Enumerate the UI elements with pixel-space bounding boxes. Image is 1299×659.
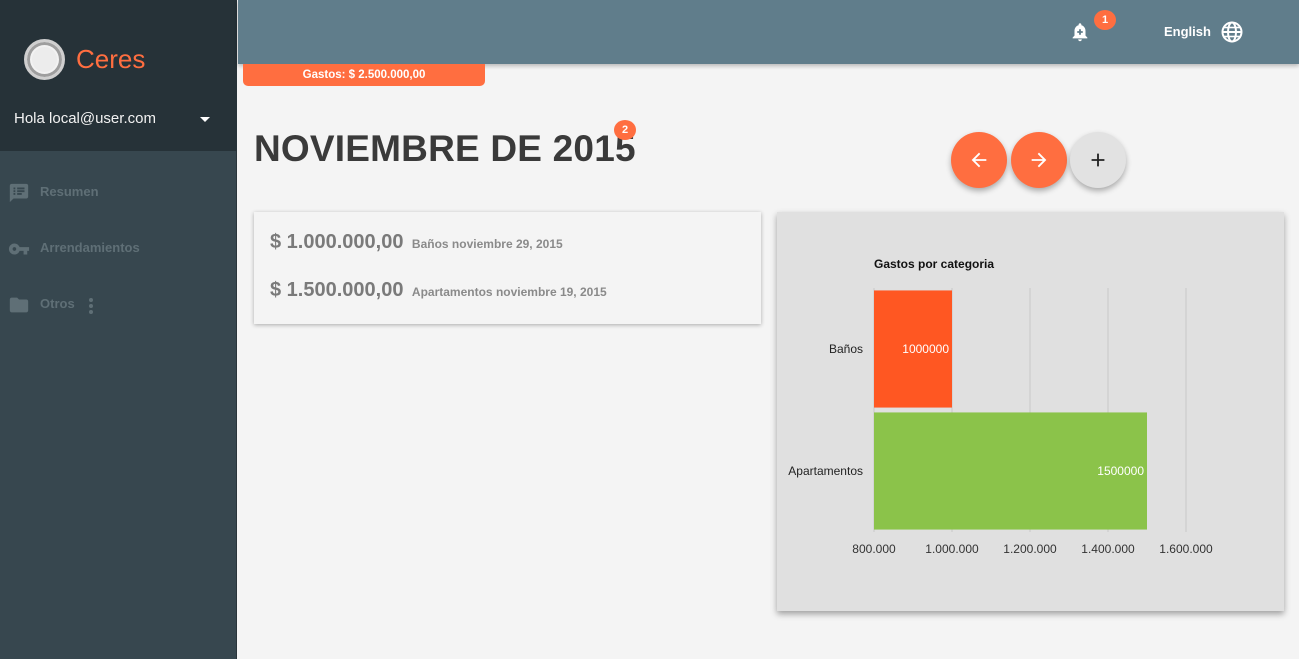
chart-canvas: Gastos por categoria 800.000 1.000.000 1.20… [788,257,1213,556]
x-tick-label: 1.400.000 [1081,542,1135,556]
next-month-button[interactable] [1011,132,1067,188]
add-expense-button[interactable] [1070,132,1126,188]
x-tick-label: 1.000.000 [925,542,979,556]
expense-description: Baños noviembre 29, 2015 [411,237,563,251]
list-item[interactable]: $ 1.500.000,00 Apartamentos noviembre 19… [270,279,607,305]
list-icon [9,183,29,203]
chevron-down-icon[interactable] [200,117,210,122]
chart-title: Gastos por categoria [874,257,994,271]
folder-icon [9,297,29,313]
data-label: 1000000 [902,342,949,356]
user-menu[interactable]: Hola local@user.com [14,110,224,130]
globe-icon[interactable] [1220,20,1244,44]
app-logo-icon [24,39,65,80]
arrow-right-icon [1031,152,1047,168]
x-tick-label: 1.200.000 [1003,542,1057,556]
expense-list: $ 1.000.000,00 Baños noviembre 29, 2015 … [254,212,761,324]
category-label: Apartamentos [788,464,863,478]
notification-badge: 1 [1094,10,1116,30]
expenses-by-category-chart: Gastos por categoria 800.000 1.000.000 1.20… [777,212,1284,611]
x-tick-label: 1.600.000 [1159,542,1213,556]
sidebar-item-label: Otros [40,296,75,311]
arrow-left-icon [971,152,987,168]
x-tick-label: 800.000 [852,542,896,556]
expense-amount: $ 1.000.000,00 [270,231,404,253]
sidebar-item-label: Arrendamientos [40,240,140,255]
language-selector[interactable]: English [1164,24,1211,39]
sidebar-item-resumen[interactable]: Resumen [0,177,237,209]
list-item[interactable]: $ 1.000.000,00 Baños noviembre 29, 2015 [270,231,563,257]
expense-count-badge: 2 [614,120,636,140]
expense-amount: $ 1.500.000,00 [270,279,404,301]
sidebar-header: Ceres Hola local@user.com [0,0,237,151]
sidebar-item-otros[interactable]: Otros [0,289,237,321]
sidebar: Ceres Hola local@user.com Resumen Arrend… [0,0,237,659]
total-expenses-banner: Gastos: $ 2.500.000,00 [243,64,485,86]
previous-month-button[interactable] [951,132,1007,188]
user-greeting: Hola local@user.com [14,110,156,127]
page-title: NOVIEMBRE DE 2015 [254,128,636,169]
notification-bell-icon[interactable] [1069,21,1091,43]
app-name: Ceres [76,44,146,74]
key-icon [8,243,30,255]
top-app-bar [238,0,1299,64]
data-label: 1500000 [1097,464,1144,478]
sidebar-item-label: Resumen [40,184,99,199]
more-vert-icon[interactable] [87,296,95,316]
plus-icon [1091,153,1105,167]
category-label: Baños [829,342,863,356]
sidebar-item-arrendamientos[interactable]: Arrendamientos [0,233,237,265]
expense-description: Apartamentos noviembre 19, 2015 [411,285,607,299]
